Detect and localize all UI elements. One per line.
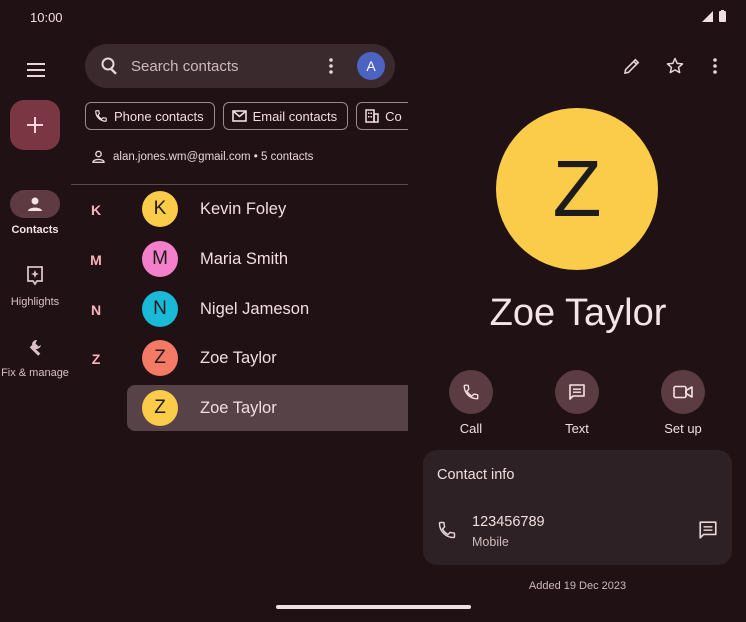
add-contact-button[interactable]	[10, 100, 60, 150]
account-avatar[interactable]: A	[357, 52, 385, 80]
pencil-icon	[624, 58, 640, 74]
call-button[interactable]	[449, 370, 493, 414]
contact-avatar: Z	[142, 340, 178, 376]
video-setup-button[interactable]	[661, 370, 705, 414]
chip-company-contacts[interactable]: Co	[356, 102, 408, 130]
status-time: 10:00	[30, 10, 63, 25]
battery-icon	[719, 10, 726, 22]
search-bar[interactable]: A	[85, 44, 395, 88]
contact-large-avatar: Z	[496, 108, 658, 270]
filter-chips: Phone contacts Email contacts Co	[85, 102, 408, 130]
message-icon	[569, 384, 585, 400]
message-icon	[699, 521, 717, 539]
phone-type: Mobile	[472, 535, 509, 549]
phone-icon	[438, 521, 456, 539]
signal-icon	[702, 10, 713, 22]
contact-row-zoe-taylor[interactable]: Z Zoe Taylor	[127, 335, 408, 381]
status-icons	[702, 10, 726, 22]
chip-phone-contacts-label: Phone contacts	[114, 108, 204, 124]
contact-row-nigel-jameson[interactable]: N Nigel Jameson	[127, 286, 408, 332]
call-number-button[interactable]	[437, 520, 457, 540]
detail-more-button[interactable]	[701, 52, 729, 80]
phone-icon	[463, 384, 479, 400]
nav-contacts-label: Contacts	[11, 224, 59, 236]
edit-button[interactable]	[618, 52, 646, 80]
highlights-icon	[27, 266, 43, 286]
list-divider	[71, 184, 408, 185]
contact-name: Maria Smith	[200, 249, 289, 268]
star-icon	[666, 57, 684, 74]
video-setup-label: Set up	[664, 421, 702, 436]
account-summary: alan.jones.wm@gmail.com • 5 contacts	[92, 150, 313, 163]
wrench-icon	[29, 339, 41, 356]
section-letter-k: K	[90, 202, 102, 218]
contact-name: Nigel Jameson	[200, 299, 310, 318]
section-letter-z: Z	[91, 351, 101, 367]
message-number-button[interactable]	[698, 520, 718, 540]
more-vert-icon	[713, 58, 717, 74]
home-indicator[interactable]	[276, 605, 471, 609]
nav-highlights[interactable]: Highlights	[0, 262, 70, 308]
contact-info-title: Contact info	[437, 467, 515, 483]
search-icon	[101, 57, 117, 75]
nav-highlights-label: Highlights	[10, 296, 60, 308]
phone-icon	[95, 110, 107, 122]
person-icon	[28, 197, 42, 211]
nav-fix-manage[interactable]: Fix & manage	[0, 333, 70, 379]
search-more-button[interactable]	[319, 54, 343, 78]
plus-icon	[27, 117, 43, 133]
more-vert-icon	[329, 58, 333, 74]
contact-row-maria-smith[interactable]: M Maria Smith	[127, 236, 408, 282]
chip-company-contacts-label: Co	[385, 108, 402, 124]
added-date: Added 19 Dec 2023	[528, 580, 627, 592]
email-icon	[231, 110, 247, 122]
contact-row-kevin-foley[interactable]: K Kevin Foley	[127, 186, 408, 232]
call-label: Call	[459, 421, 483, 436]
section-letter-n: N	[90, 302, 102, 318]
contact-name: Zoe Taylor	[200, 398, 277, 417]
phone-number[interactable]: 123456789	[472, 514, 545, 530]
contact-row-zoe-taylor-selected[interactable]: Z Zoe Taylor	[127, 385, 408, 431]
contact-avatar: M	[142, 241, 178, 277]
nav-fix-manage-label: Fix & manage	[1, 367, 69, 379]
video-setup-action[interactable]: Set up	[648, 370, 718, 436]
hamburger-icon	[27, 63, 45, 77]
contact-info-card: Contact info 123456789 Mobile	[423, 450, 732, 565]
contact-avatar: Z	[142, 390, 178, 426]
person-outline-icon	[92, 150, 105, 163]
contact-name: Zoe Taylor	[200, 348, 277, 367]
favorite-button[interactable]	[661, 52, 689, 80]
text-label: Text	[565, 421, 589, 436]
account-summary-text: alan.jones.wm@gmail.com • 5 contacts	[113, 150, 314, 163]
video-icon	[673, 385, 693, 399]
nav-highlights-pill	[10, 262, 60, 290]
chip-email-contacts[interactable]: Email contacts	[222, 102, 349, 130]
contact-avatar: N	[142, 291, 178, 327]
nav-contacts-pill	[10, 190, 60, 218]
building-icon	[365, 109, 379, 123]
search-input[interactable]	[131, 57, 311, 75]
text-action[interactable]: Text	[542, 370, 612, 436]
contact-display-name: Zoe Taylor	[489, 292, 667, 334]
nav-fix-manage-pill	[10, 333, 60, 361]
chip-email-contacts-label: Email contacts	[252, 108, 338, 124]
contact-avatar: K	[142, 191, 178, 227]
text-button[interactable]	[555, 370, 599, 414]
call-action[interactable]: Call	[436, 370, 506, 436]
chip-phone-contacts[interactable]: Phone contacts	[85, 102, 215, 130]
nav-contacts[interactable]: Contacts	[0, 190, 70, 236]
section-letter-m: M	[90, 252, 102, 268]
contact-name: Kevin Foley	[200, 199, 287, 218]
menu-button[interactable]	[22, 56, 50, 84]
